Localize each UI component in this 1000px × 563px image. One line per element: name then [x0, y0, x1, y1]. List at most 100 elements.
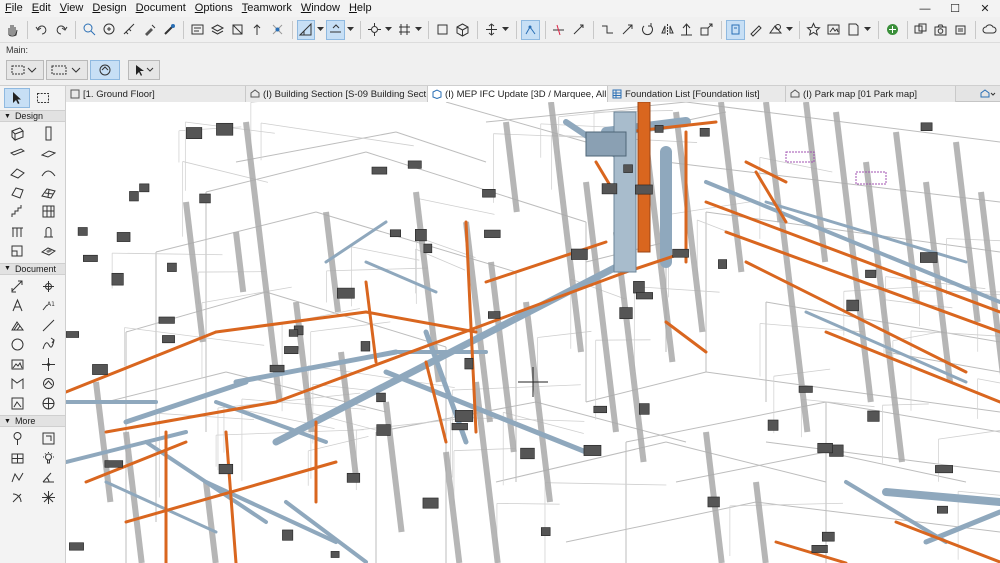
- pick-up-button[interactable]: [140, 20, 159, 40]
- wall-tool[interactable]: [2, 124, 33, 144]
- render-button[interactable]: [824, 20, 843, 40]
- morph-tool[interactable]: [2, 183, 33, 203]
- teamwork-button[interactable]: [912, 20, 931, 40]
- toolbar-dropdown-caret[interactable]: [316, 20, 324, 40]
- level-dimension[interactable]: [33, 277, 64, 297]
- beam-tool[interactable]: [2, 144, 33, 164]
- menu-document[interactable]: Document: [131, 0, 190, 17]
- bimx-button[interactable]: [883, 20, 902, 40]
- arrow-selection-control[interactable]: [128, 60, 160, 80]
- mirror-button[interactable]: [658, 20, 677, 40]
- arrow-tool[interactable]: [4, 88, 30, 108]
- mesh-tool[interactable]: [33, 183, 64, 203]
- radial-dimension[interactable]: [2, 488, 33, 508]
- toolbar-dropdown-caret[interactable]: [502, 20, 510, 40]
- toolbar-dropdown-caret[interactable]: [414, 20, 423, 40]
- adjust-button[interactable]: [569, 20, 588, 40]
- measure-button[interactable]: [120, 20, 139, 40]
- cube-button[interactable]: [453, 20, 472, 40]
- menu-edit[interactable]: Edit: [27, 0, 55, 17]
- spline-tool[interactable]: [33, 335, 64, 355]
- mep-3d-model[interactable]: [66, 102, 1000, 563]
- railing-tool[interactable]: [2, 222, 33, 242]
- stair-tool[interactable]: [2, 202, 33, 222]
- close-button[interactable]: ✕: [970, 0, 1000, 17]
- skylight-tool[interactable]: [33, 241, 64, 261]
- shell-tool[interactable]: [33, 163, 64, 183]
- toolbar-dropdown-caret[interactable]: [785, 20, 794, 40]
- menu-window[interactable]: Window: [296, 0, 344, 17]
- toolbox-group-design[interactable]: ▼ Design: [0, 110, 65, 122]
- object-tool[interactable]: [33, 222, 64, 242]
- change-tool[interactable]: [33, 429, 64, 449]
- curtain-wall-tool[interactable]: [33, 202, 64, 222]
- line-tool[interactable]: [33, 316, 64, 336]
- guide-button[interactable]: [268, 20, 287, 40]
- worksheet-tool[interactable]: [33, 394, 64, 414]
- redo-button[interactable]: [52, 20, 71, 40]
- menu-design[interactable]: Design: [87, 0, 130, 17]
- toolbar-dropdown-caret[interactable]: [864, 20, 872, 40]
- drawing-tool[interactable]: [2, 394, 33, 414]
- lamp-tool[interactable]: [33, 449, 64, 469]
- solid-element-button[interactable]: [766, 20, 785, 40]
- toolbox-group-more[interactable]: ▼ More: [0, 415, 65, 427]
- toolbar-dropdown-caret[interactable]: [385, 20, 393, 40]
- element-info-button[interactable]: [188, 20, 207, 40]
- hotspot-tool[interactable]: [33, 355, 64, 375]
- text-tool[interactable]: [2, 296, 33, 316]
- section-tool[interactable]: [2, 374, 33, 394]
- toolbox-group-document[interactable]: ▼ Document: [0, 262, 65, 275]
- menu-file[interactable]: File: [0, 0, 27, 17]
- tab-5[interactable]: (I) Park map [01 Park map]: [786, 86, 956, 102]
- suspend-group-button[interactable]: [326, 19, 346, 40]
- menu-help[interactable]: Help: [344, 0, 376, 17]
- elevate-button[interactable]: [677, 20, 696, 40]
- trace-button[interactable]: [520, 19, 540, 40]
- zoom-button[interactable]: [100, 20, 119, 40]
- cloud-button[interactable]: [980, 20, 999, 40]
- marquee-mode-control[interactable]: [46, 60, 88, 80]
- resize-button[interactable]: [697, 20, 716, 40]
- tab-2[interactable]: (I) Building Section [S-09 Building Sect…: [246, 86, 428, 102]
- pet-palette-button[interactable]: [746, 20, 765, 40]
- toolbar-dropdown-caret[interactable]: [346, 20, 354, 40]
- 3d-viewport[interactable]: [66, 102, 1000, 563]
- polyline-tool[interactable]: [2, 468, 33, 488]
- label-tool[interactable]: A1: [33, 296, 64, 316]
- snap-guides-button[interactable]: [296, 19, 316, 40]
- column-tool[interactable]: [33, 124, 64, 144]
- find-select-button[interactable]: [80, 20, 99, 40]
- snap-points-button[interactable]: [365, 20, 384, 40]
- selection-method-control[interactable]: [6, 60, 44, 80]
- maximize-button[interactable]: ☐: [940, 0, 970, 17]
- menu-options[interactable]: Options: [190, 0, 237, 17]
- grid-tool[interactable]: [2, 449, 33, 469]
- minimize-button[interactable]: —: [910, 0, 940, 17]
- fill-tool[interactable]: [2, 316, 33, 336]
- publish-button[interactable]: [951, 20, 970, 40]
- menu-view[interactable]: View: [55, 0, 88, 17]
- detail-tool[interactable]: [2, 429, 33, 449]
- rectangle-button[interactable]: [433, 20, 452, 40]
- angle-dimension[interactable]: [33, 468, 64, 488]
- inject-button[interactable]: [160, 20, 179, 40]
- tab-3[interactable]: (I) MEP IFC Update [3D / Marquee, All S.…: [428, 86, 608, 102]
- slab-tool[interactable]: [33, 144, 64, 164]
- tab-1[interactable]: [1. Ground Floor]: [66, 86, 246, 102]
- tab-4[interactable]: Foundation List [Foundation list]: [608, 86, 786, 102]
- menu-teamwork[interactable]: Teamwork: [237, 0, 296, 17]
- layer-button[interactable]: [208, 20, 227, 40]
- dimension-tool[interactable]: [2, 277, 33, 297]
- drag-button[interactable]: [618, 20, 637, 40]
- pan-button[interactable]: [3, 20, 22, 40]
- tab-menu-button[interactable]: [976, 86, 1000, 101]
- zone-tool[interactable]: [2, 241, 33, 261]
- rotate-button[interactable]: [638, 20, 657, 40]
- roof-tool[interactable]: [2, 163, 33, 183]
- marquee-tool[interactable]: [30, 88, 56, 108]
- offset-button[interactable]: [598, 20, 617, 40]
- undo-button[interactable]: [32, 20, 51, 40]
- split-button[interactable]: [550, 20, 569, 40]
- elevation-tool[interactable]: [33, 374, 64, 394]
